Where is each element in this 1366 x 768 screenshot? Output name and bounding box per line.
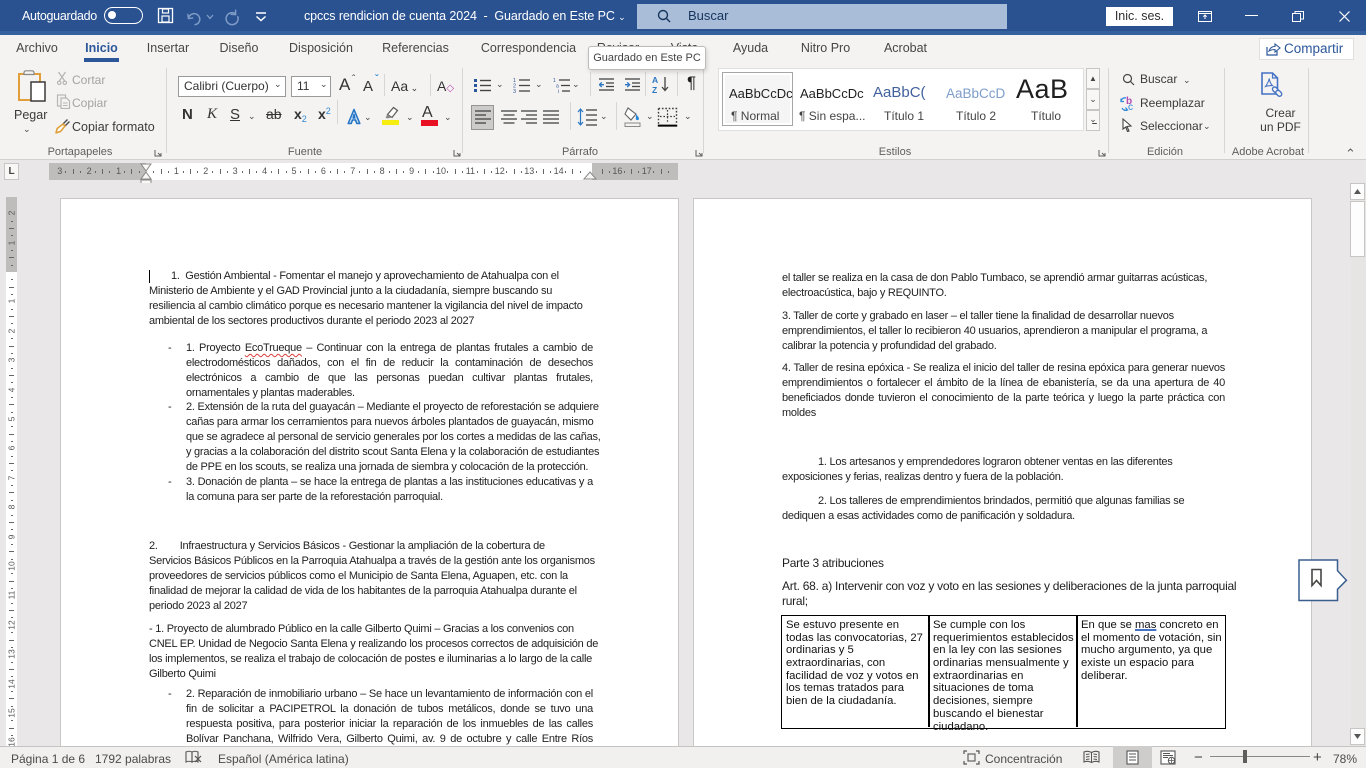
- svg-text:A: A: [652, 75, 658, 85]
- svg-text:c: c: [1128, 102, 1133, 111]
- svg-text:Z: Z: [652, 85, 657, 94]
- svg-text:3: 3: [513, 89, 516, 94]
- svg-text:i: i: [558, 89, 559, 94]
